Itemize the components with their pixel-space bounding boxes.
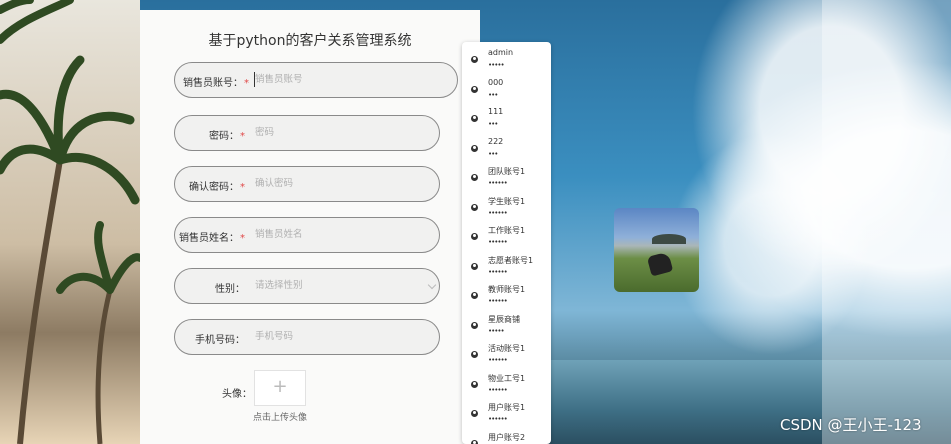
palm-trees-decoration: [0, 0, 140, 444]
key-icon: [471, 174, 478, 181]
saved-account-item[interactable]: 用户账号2••••••: [462, 429, 551, 444]
key-icon: [471, 439, 478, 444]
saved-account-item[interactable]: 星辰商铺 •••••: [462, 311, 551, 340]
saved-account-password: ••••••: [488, 356, 508, 364]
upload-hint: 点击上传头像: [253, 413, 308, 423]
saved-accounts-dropdown[interactable]: admin ••••• 000 ••• 111 ••• 222 ••• 团队账号1 •••••• 学…: [462, 42, 551, 444]
saved-account-password: ••••••: [488, 385, 508, 394]
saved-account-password: •••••: [488, 61, 505, 69]
saved-account-password: •••: [488, 149, 498, 158]
saved-account-item[interactable]: 物业工号1 ••••••: [462, 370, 551, 399]
saved-account-name: 用户账号1: [488, 403, 526, 412]
saved-account-name: 工作账号1: [488, 226, 526, 235]
sales-account-input[interactable]: 销售员账号: [255, 72, 425, 88]
gender-label: 性别：: [215, 284, 245, 295]
confirm-password-field[interactable]: 确认密码：* 确认密码: [174, 166, 440, 202]
sales-name-label: 销售员姓名：*: [179, 233, 245, 244]
saved-account-password: ••••••: [488, 297, 508, 305]
key-icon: [471, 292, 478, 299]
sales-account-label: 销售员账号：*: [183, 78, 249, 89]
key-icon: [471, 115, 478, 122]
page-title: 基于python的客户关系管理系统: [208, 33, 412, 49]
saved-account-password: ••••••: [488, 415, 508, 423]
gender-select[interactable]: 性别： 请选择性别: [174, 268, 440, 304]
key-icon: [471, 410, 478, 417]
saved-account-name: 222: [488, 136, 504, 146]
saved-account-item[interactable]: 工作账号1 ••••••: [462, 222, 551, 251]
avatar-photo: [614, 208, 699, 292]
saved-account-password: ••••••: [488, 238, 508, 246]
saved-account-password: •••••: [488, 326, 505, 335]
background-overlay-panel: [822, 0, 951, 444]
saved-account-name: 111: [488, 107, 504, 116]
confirm-password-label: 确认密码：*: [189, 182, 245, 193]
photo-hill: [652, 234, 686, 244]
saved-account-name: 志愿者账号1: [488, 255, 534, 265]
saved-account-password: ••••••: [488, 208, 508, 217]
avatar-upload-button[interactable]: +: [254, 370, 306, 406]
saved-account-password: ••••••: [488, 267, 508, 276]
saved-account-password: •••: [488, 90, 498, 99]
key-icon: [471, 233, 478, 240]
password-label: 密码：*: [209, 131, 245, 142]
saved-account-item[interactable]: 111 •••: [462, 104, 551, 133]
sales-account-field[interactable]: 销售员账号：* 销售员账号: [174, 62, 458, 98]
saved-account-name: 教师账号1: [488, 285, 526, 294]
saved-account-item[interactable]: 000 •••: [462, 75, 551, 104]
photo-person: [646, 251, 674, 277]
saved-account-name: 活动账号1: [488, 344, 526, 353]
saved-account-item[interactable]: 用户账号1 ••••••: [462, 399, 551, 428]
plus-icon: +: [272, 376, 288, 397]
password-input[interactable]: 密码: [255, 125, 425, 141]
saved-account-item[interactable]: 志愿者账号1 ••••••: [462, 252, 551, 281]
saved-account-name: 用户账号2: [488, 432, 526, 442]
saved-account-name: 星辰商铺: [488, 314, 520, 324]
avatar-upload-row: 头像： + 点击上传头像: [140, 370, 480, 430]
key-icon: [471, 321, 478, 329]
csdn-watermark: CSDN @王小王-123: [780, 416, 922, 434]
phone-label: 手机号码：: [195, 335, 245, 346]
avatar-label: 头像：: [222, 389, 252, 400]
key-icon: [471, 380, 478, 388]
password-field[interactable]: 密码：* 密码: [174, 115, 440, 151]
saved-account-item[interactable]: 活动账号1 ••••••: [462, 340, 551, 369]
phone-field[interactable]: 手机号码： 手机号码: [174, 319, 440, 355]
key-icon: [471, 203, 478, 211]
saved-account-name: admin: [488, 48, 514, 57]
sales-name-field[interactable]: 销售员姓名：* 销售员姓名: [174, 217, 440, 253]
saved-account-name: 学生账号1: [488, 196, 526, 206]
saved-account-item[interactable]: 222 •••: [462, 134, 551, 163]
key-icon: [471, 262, 478, 270]
phone-input[interactable]: 手机号码: [255, 329, 425, 345]
chevron-down-icon[interactable]: [427, 280, 437, 290]
key-icon: [471, 56, 478, 63]
saved-account-item[interactable]: admin •••••: [462, 45, 551, 74]
saved-account-name: 000: [488, 77, 504, 87]
sales-name-input[interactable]: 销售员姓名: [255, 227, 425, 243]
confirm-password-input[interactable]: 确认密码: [255, 176, 425, 192]
gender-select-value[interactable]: 请选择性别: [255, 278, 425, 294]
saved-account-password: ••••••: [488, 179, 508, 187]
key-icon: [471, 351, 478, 358]
saved-account-name: 团队账号1: [488, 167, 526, 176]
saved-account-item[interactable]: 教师账号1 ••••••: [462, 281, 551, 310]
key-icon: [471, 144, 478, 152]
saved-account-name: 物业工号1: [488, 373, 526, 383]
key-icon: [471, 85, 478, 93]
saved-account-item[interactable]: 团队账号1 ••••••: [462, 163, 551, 192]
register-form-card: 基于python的客户关系管理系统 销售员账号：* 销售员账号 密码：* 密码 …: [140, 10, 480, 444]
saved-account-item[interactable]: 学生账号1 ••••••: [462, 193, 551, 222]
saved-account-password: •••: [488, 120, 498, 128]
